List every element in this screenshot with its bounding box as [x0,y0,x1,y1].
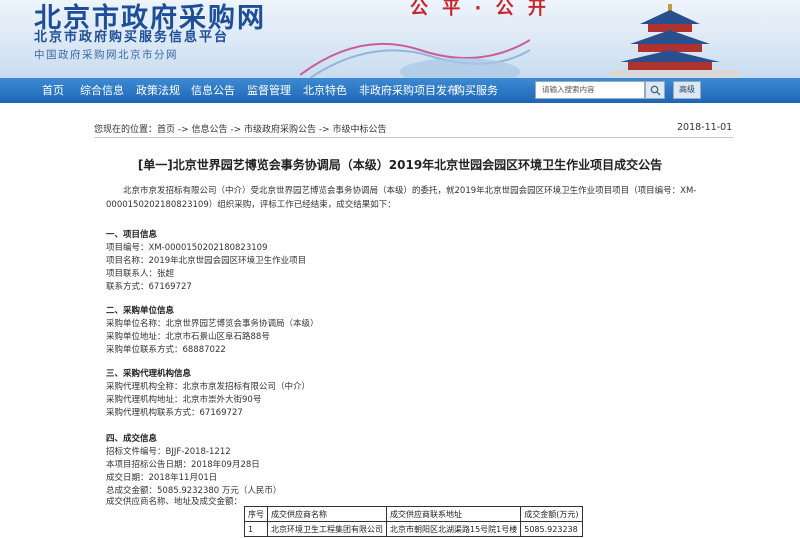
section-title-agency: 三、采购代理机构信息 [106,369,192,379]
agency-phone: 采购代理机构联系方式：67169727 [106,408,243,418]
deal-date: 成交日期：2018年11月01日 [106,473,218,483]
temple-of-heaven-graphic [610,4,740,78]
nav-supervision[interactable]: 监督管理 [247,78,291,103]
project-name: 项目名称：2019年北京世园会园区环境卫生作业项目 [106,256,307,266]
tender-announce-date: 本项目招标公告日期：2018年09月28日 [106,460,260,470]
table-cell: 北京环境卫生工程集团有限公司 [267,521,387,537]
section-title-deal: 四、成交信息 [106,434,158,444]
table-header: 成交金额(万元) [520,506,583,522]
nav-non-gov-projects[interactable]: 非政府采购项目发布 [359,78,458,103]
project-contact: 项目联系人：张超 [106,269,175,279]
intro-text: 北京市京发招标有限公司（中介）受北京世界园艺博览会事务协调局（本级）的委托，就2… [106,186,697,210]
nav-general-info[interactable]: 综合信息 [80,78,124,103]
section-title-purchaser: 二、采购单位信息 [106,306,175,316]
purchaser-phone: 采购单位联系方式：68887022 [106,345,226,355]
supplier-caption: 成交供应商名称、地址及成交金额： [106,497,243,507]
agency-address: 采购代理机构地址：北京市崇外大街90号 [106,395,262,405]
divider [94,137,734,138]
site-subtitle: 北京市政府购买服务信息平台 [34,30,230,45]
nav-purchase-services[interactable]: 购买服务 [454,78,498,103]
project-number: 项目编号：XM-0000150202180823109 [106,243,268,253]
page-title: [单一]北京世界园艺博览会事务协调局（本级）2019年北京世园会园区环境卫生作业… [137,158,663,172]
table-row: 1 北京环境卫生工程集团有限公司 北京市朝阳区北湖渠路15号院1号楼 5085.… [244,521,583,537]
main-nav: 首页 综合信息 政策法规 信息公告 监督管理 北京特色 非政府采购项目发布 购买… [0,78,800,103]
agency-name: 采购代理机构全称：北京市京发招标有限公司（中介） [106,382,311,392]
stadium-graphic [300,39,530,78]
breadcrumb-path[interactable]: 首页 -> 信息公告 -> 市级政府采购公告 -> 市级中标公告 [157,125,387,135]
project-phone: 联系方式：67169727 [106,282,192,292]
purchaser-name: 采购单位名称：北京世界园艺博览会事务协调局（本级） [106,319,319,329]
advanced-search-button[interactable]: 高级 [673,81,701,99]
table-header: 序号 [244,506,268,522]
nav-policies[interactable]: 政策法规 [136,78,180,103]
table-header: 成交供应商名称 [267,506,387,522]
search-input[interactable]: 请输入搜索内容 [535,81,645,99]
nav-home[interactable]: 首页 [42,78,64,103]
breadcrumb: 您现在的位置：首页 -> 信息公告 -> 市级政府采购公告 -> 市级中标公告 [94,122,387,135]
tender-doc-number: 招标文件编号：BJJF-2018-1212 [106,447,231,457]
result-table: 序号 成交供应商名称 成交供应商联系地址 成交金额(万元) 1 北京环境卫生工程… [244,506,583,537]
table-cell: 北京市朝阳区北湖渠路15号院1号楼 [385,521,522,537]
table-header-row: 序号 成交供应商名称 成交供应商联系地址 成交金额(万元) [244,506,583,522]
search-button[interactable] [645,81,665,99]
table-cell: 5085.923238 [520,521,583,537]
section-title-project: 一、项目信息 [106,230,158,240]
slogan: 公 平 · 公 开 [410,0,550,19]
nav-beijing-features[interactable]: 北京特色 [303,78,347,103]
breadcrumb-prefix: 您现在的位置： [94,125,158,135]
nav-announcements[interactable]: 信息公告 [191,78,235,103]
table-cell: 1 [244,521,268,537]
search-icon [650,85,660,95]
purchaser-address: 采购单位地址：北京市石景山区阜石路88号 [106,332,270,342]
site-banner: 北京市政府采购网 北京市政府购买服务信息平台 中国政府采购网北京市分网 公 平 … [0,0,800,78]
site-subtitle-secondary: 中国政府采购网北京市分网 [34,49,178,61]
intro-paragraph: 北京市京发招标有限公司（中介）受北京世界园艺博览会事务协调局（本级）的委托，就2… [106,184,726,212]
table-header: 成交供应商联系地址 [385,506,522,522]
publish-date: 2018-11-01 [677,122,733,133]
